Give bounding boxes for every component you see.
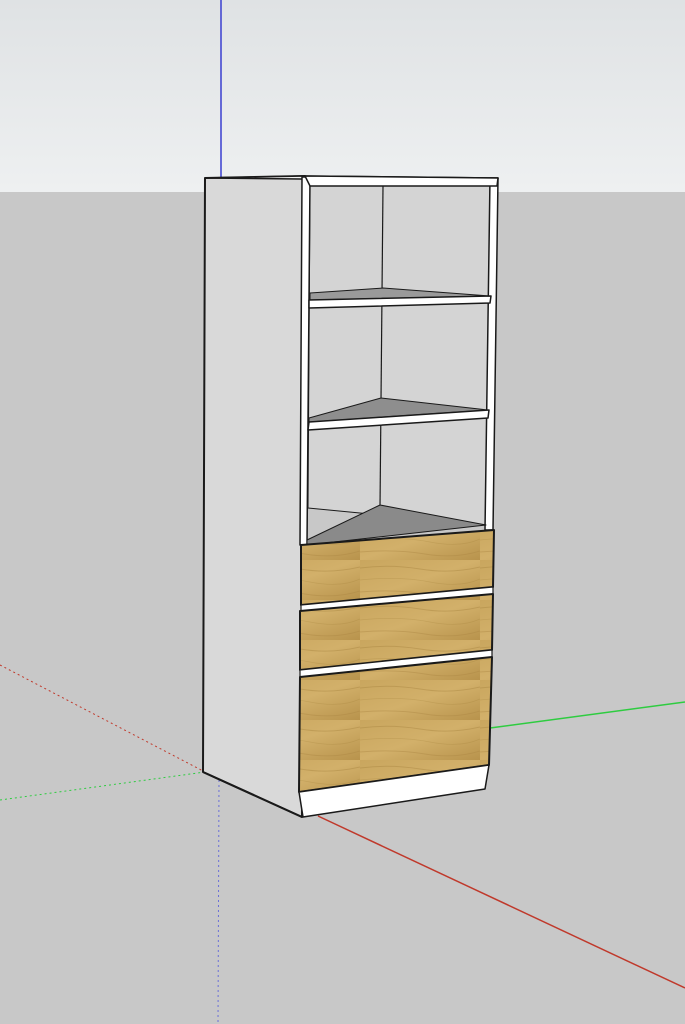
sketchup-viewport[interactable] — [0, 0, 685, 1024]
front-top-rail[interactable] — [304, 175, 499, 187]
model-canvas[interactable] — [0, 0, 685, 1024]
sky-background — [0, 0, 685, 192]
cabinet-model[interactable] — [202, 175, 499, 818]
back-panel[interactable] — [307, 183, 491, 526]
left-side-panel[interactable] — [202, 175, 306, 818]
